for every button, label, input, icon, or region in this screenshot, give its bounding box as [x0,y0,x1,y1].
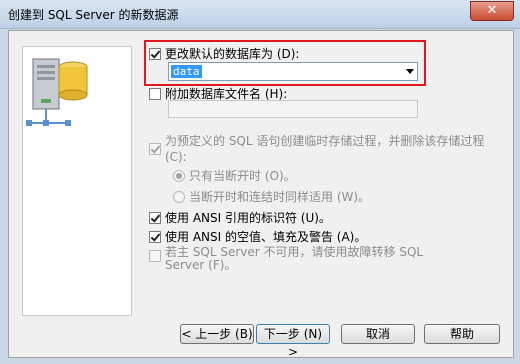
back-button[interactable]: < 上一步 (B) [180,324,254,344]
failover-label: 若主 SQL Server 不可用，请使用故障转移 SQL Server (F)… [165,246,423,272]
change-default-db-option[interactable]: 更改默认的数据库为 (D): [149,45,299,62]
cancel-button[interactable]: 取消 [341,324,415,344]
close-button[interactable]: ✕ [470,1,514,21]
help-button[interactable]: 帮助 [424,324,500,344]
on-disconnect-and-connect-option[interactable]: 当断开时和连结时同样适用 (W)。 [173,188,370,205]
default-db-select[interactable]: data [168,62,418,81]
on-disconnect-and-connect-label: 当断开时和连结时同样适用 (W)。 [189,190,371,204]
title-bar: 创建到 SQL Server 的新数据源 ✕ [0,0,520,29]
ansi-nulls-option[interactable]: 使用 ANSI 的空值、填充及警告 (A)。 [149,228,366,245]
only-on-disconnect-radio[interactable] [173,169,185,182]
ansi-nulls-checkbox[interactable] [149,230,161,243]
failover-label-line2: Server (F)。 [165,258,237,272]
attach-db-checkbox[interactable] [149,87,161,100]
on-disconnect-and-connect-radio[interactable] [173,190,185,203]
change-default-db-label: 更改默认的数据库为 (D): [165,47,300,61]
database-server-icon [26,58,88,126]
create-temp-sp-option[interactable]: 为预定义的 SQL 语句创建临时存储过程，并删除该存储过程 (C): [149,133,495,165]
wizard-art-panel [22,46,132,316]
failover-option[interactable]: 若主 SQL Server 不可用，请使用故障转移 SQL Server (F)… [149,246,423,272]
ansi-quoted-identifiers-label: 使用 ANSI 引用的标识符 (U)。 [165,211,331,225]
next-button[interactable]: 下一步 (N) > [256,324,330,359]
change-default-db-checkbox[interactable] [149,47,161,60]
create-temp-sp-checkbox[interactable] [149,143,161,155]
default-db-value: data [171,65,202,78]
chevron-down-icon[interactable] [406,69,414,74]
attach-db-filename-input[interactable] [168,100,418,118]
ansi-nulls-label: 使用 ANSI 的空值、填充及警告 (A)。 [165,230,367,244]
close-icon: ✕ [486,3,498,18]
ansi-quoted-identifiers-checkbox[interactable] [149,211,161,224]
only-on-disconnect-label: 只有当断开时 (O)。 [189,169,296,183]
window-title: 创建到 SQL Server 的新数据源 [8,8,179,22]
failover-checkbox[interactable] [149,250,161,262]
ansi-quoted-identifiers-option[interactable]: 使用 ANSI 引用的标识符 (U)。 [149,209,331,226]
create-temp-sp-label: 为预定义的 SQL 语句创建临时存储过程，并删除该存储过程 (C): [165,134,485,164]
only-on-disconnect-option[interactable]: 只有当断开时 (O)。 [173,167,296,184]
